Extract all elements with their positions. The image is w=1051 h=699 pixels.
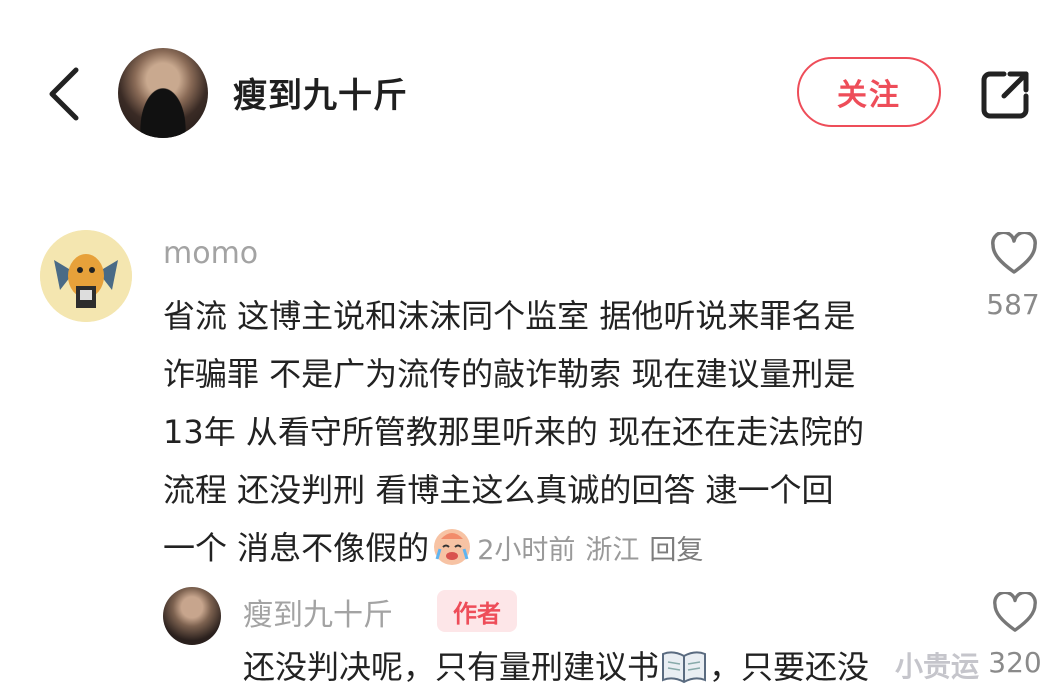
heart-icon[interactable] [990, 232, 1038, 276]
comment-line: 一个 消息不像假的 [163, 529, 430, 567]
reply-text-part: 还没判决呢，只有量刑建议书 [243, 648, 660, 686]
commenter-avatar[interactable] [40, 230, 132, 322]
comment-line: 诈骗罪 不是广为流传的敲诈勒索 现在建议量刑是 [163, 355, 856, 393]
author-name[interactable]: 瘦到九十斤 [233, 68, 408, 117]
comment-location: 浙江 [585, 535, 640, 566]
comment-line: 省流 这博主说和沫沫同个监室 据他听说来罪名是 [163, 297, 856, 335]
comment-time: 2小时前 [477, 535, 576, 566]
comment-line: 流程 还没判刑 看博主这么真诚的回答 逮一个回 [163, 471, 834, 509]
share-icon[interactable] [980, 68, 1032, 120]
back-icon[interactable] [44, 66, 84, 122]
reply-text: 还没判决呢，只有量刑建议书 ，只要还没 [243, 642, 869, 688]
heart-icon[interactable] [992, 592, 1038, 634]
author-avatar[interactable] [118, 48, 208, 138]
reply-button[interactable]: 回复 [649, 535, 703, 566]
reply-avatar[interactable] [163, 587, 221, 645]
comment-last-line: 一个 消息不像假的 2小时前 浙江 回复 [163, 519, 963, 580]
reply-like-count: 320 [988, 646, 1042, 679]
like-count: 587 [986, 288, 1040, 321]
book-emoji-icon [662, 651, 707, 684]
crying-emoji-icon [434, 529, 471, 565]
follow-button[interactable]: 关注 [797, 57, 941, 127]
commenter-username[interactable]: momo [163, 236, 258, 271]
reply-text-part: ，只要还没 [709, 648, 870, 686]
reply-username[interactable]: 瘦到九十斤 [243, 590, 393, 634]
comment-meta: 2小时前 浙江 回复 [477, 535, 713, 566]
watermark: 小贵运 [895, 650, 980, 683]
author-badge: 作者 [437, 590, 517, 632]
comment-line: 13年 从看守所管教那里听来的 现在还在走法院的 [163, 413, 865, 451]
comment-text: 省流 这博主说和沫沫同个监室 据他听说来罪名是 诈骗罪 不是广为流传的敲诈勒索 … [163, 287, 963, 580]
